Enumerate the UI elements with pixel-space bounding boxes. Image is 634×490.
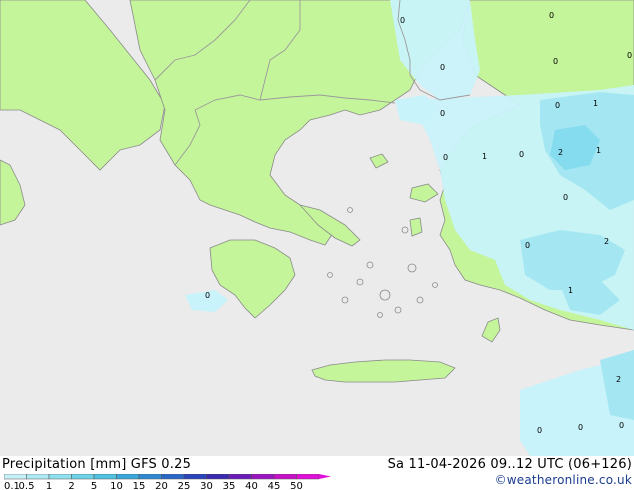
- value-marker: 2: [604, 237, 609, 246]
- credit-link[interactable]: ©weatheronline.co.uk: [495, 473, 632, 487]
- legend-swatch: [4, 474, 27, 480]
- map-title: Precipitation [mm] GFS 0.25: [2, 457, 192, 472]
- precipitation-map: 0 0 0 0 0 0 0 1 0 2 1 0 1 0 0 2 1 0 2 0 …: [0, 0, 634, 472]
- value-marker: 0: [619, 421, 624, 430]
- legend-tick-label: 1: [46, 481, 52, 490]
- value-marker: 0: [440, 63, 445, 72]
- legend-swatch: [138, 474, 162, 480]
- legend-swatch: [71, 474, 95, 480]
- value-marker: 0: [627, 51, 632, 60]
- legend-swatch: [26, 474, 50, 480]
- value-marker: 1: [593, 99, 598, 108]
- legend-swatch: [48, 474, 72, 480]
- value-marker: 1: [596, 146, 601, 155]
- legend-tick-label: 10: [110, 481, 123, 490]
- value-marker: 0: [553, 57, 558, 66]
- legend-tick-label: 25: [178, 481, 191, 490]
- value-marker: 0: [555, 101, 560, 110]
- legend-swatch: [183, 474, 207, 480]
- precip-color-legend: 0.10.5 1 2 5 10 15 20 25 30 35 40 45 50: [4, 474, 331, 490]
- legend-tick-label: 15: [133, 481, 146, 490]
- legend-tick-label: 0.1: [4, 481, 20, 490]
- value-marker: 2: [558, 148, 563, 157]
- value-marker: 0: [563, 193, 568, 202]
- weather-map-view: 0 0 0 0 0 0 0 1 0 2 1 0 1 0 0 2 1 0 2 0 …: [0, 0, 634, 490]
- legend-swatch: [273, 474, 297, 480]
- legend-tick-label: 0.5: [19, 481, 35, 490]
- legend-swatch: [161, 474, 185, 480]
- legend-tick-label: 50: [290, 481, 303, 490]
- legend-tick-label: 45: [268, 481, 281, 490]
- legend-overflow-arrow: [319, 474, 331, 479]
- legend-swatch: [228, 474, 252, 480]
- value-marker: 0: [400, 16, 405, 25]
- legend-tick-label: 30: [200, 481, 213, 490]
- value-marker: 0: [519, 150, 524, 159]
- legend-tick-label: 5: [91, 481, 97, 490]
- value-marker: 0: [440, 109, 445, 118]
- value-marker: 0: [578, 423, 583, 432]
- legend-tick-labels: 0.10.5 1 2 5 10 15 20 25 30 35 40 45 50: [4, 481, 303, 490]
- legend-swatch: [296, 474, 320, 480]
- value-marker: 0: [205, 291, 210, 300]
- legend-swatch: [206, 474, 230, 480]
- value-marker: 1: [568, 286, 573, 295]
- legend-swatch: [116, 474, 140, 480]
- legend-swatch: [93, 474, 117, 480]
- value-marker: 0: [443, 153, 448, 162]
- value-marker: 1: [482, 152, 487, 161]
- value-marker: 2: [616, 375, 621, 384]
- value-marker: 0: [525, 241, 530, 250]
- legend-tick-label: 40: [245, 481, 258, 490]
- legend-tick-label: 2: [68, 481, 74, 490]
- value-marker: 0: [549, 11, 554, 20]
- legend-tick-label: 35: [223, 481, 236, 490]
- legend-swatch: [251, 474, 275, 480]
- legend-tick-label: 20: [155, 481, 168, 490]
- forecast-datetime: Sa 11-04-2026 09..12 UTC (06+126): [387, 457, 632, 472]
- value-marker: 0: [537, 426, 542, 435]
- legend-color-boxes: [4, 474, 331, 480]
